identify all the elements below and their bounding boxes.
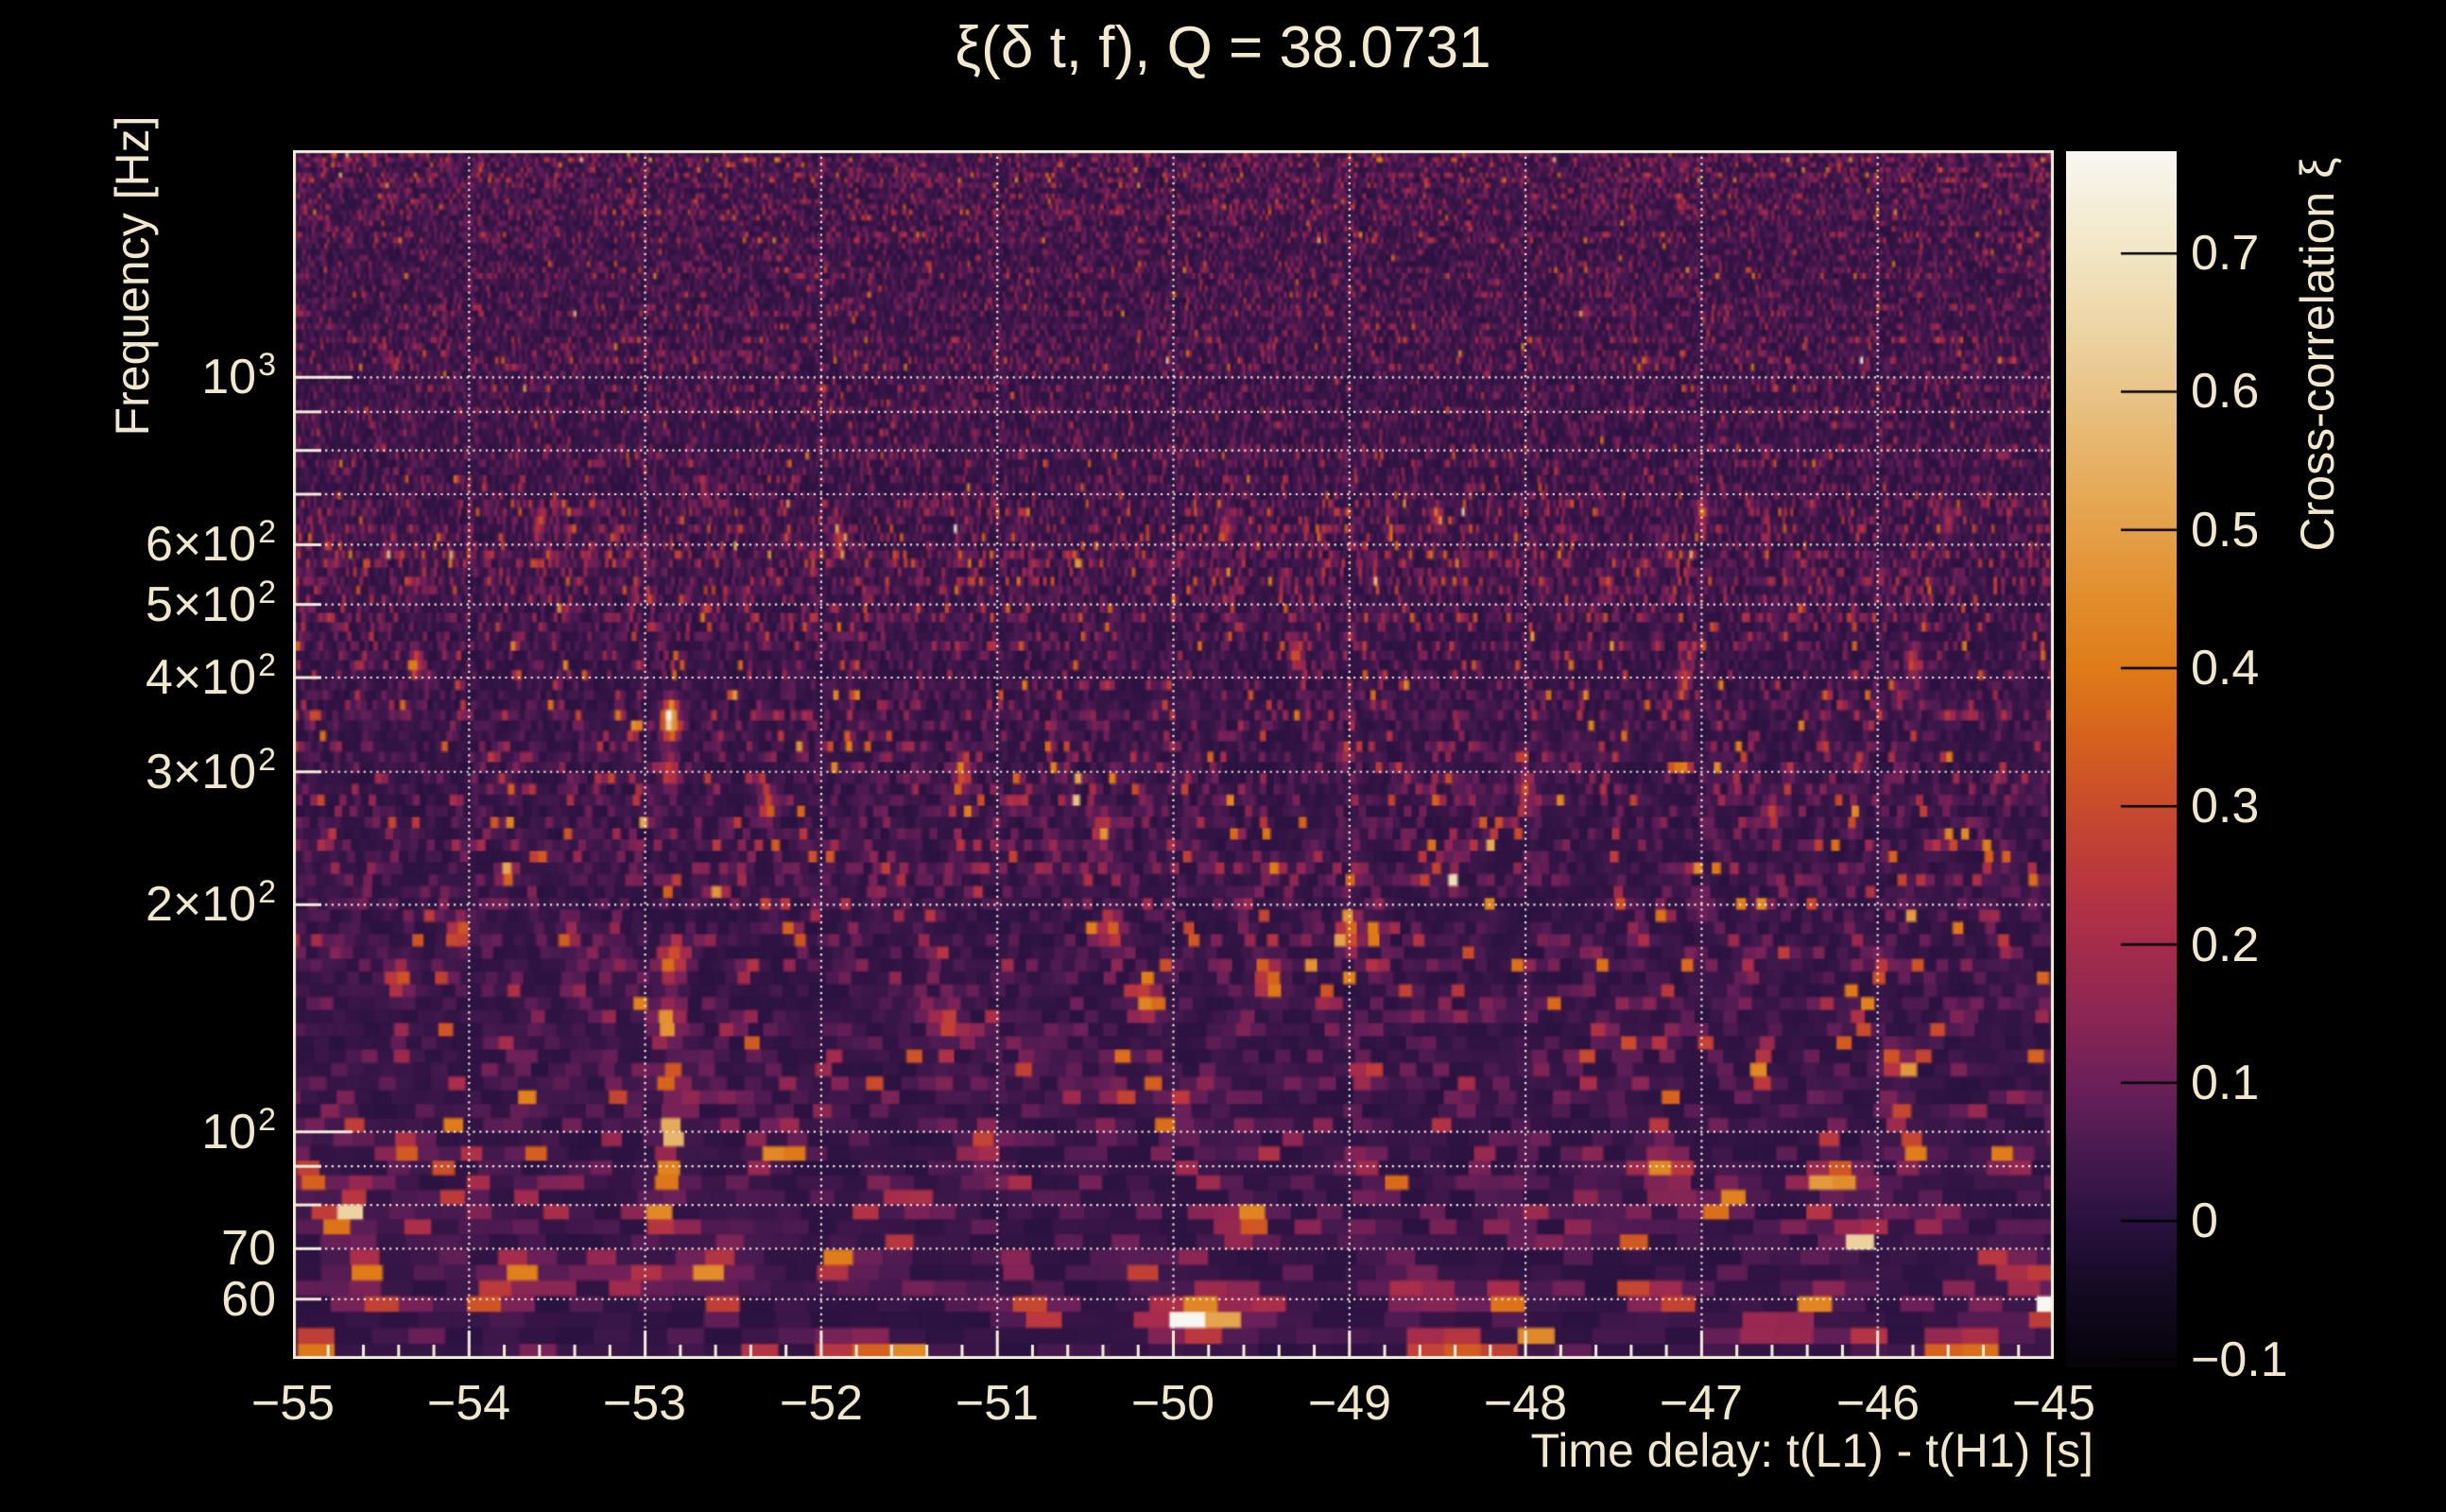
colorbar-tick-label: 0.3 [2191, 779, 2260, 833]
y-tick-label: 103 [201, 347, 276, 404]
y-tick-label: 60 [221, 1272, 276, 1327]
colorbar-tick-label: 0 [2191, 1194, 2218, 1248]
x-tick-label: −53 [602, 1376, 687, 1431]
x-tick-label: −54 [426, 1376, 511, 1431]
spectrogram-figure: ξ(δ t, f), Q = 38.0731 Frequency [Hz] Ti… [0, 0, 2446, 1512]
colorbar-canvas [2066, 151, 2177, 1367]
y-tick-label: 4×102 [145, 647, 276, 705]
x-tick-label: −51 [955, 1376, 1040, 1431]
y-tick-label: 3×102 [145, 742, 276, 799]
colorbar-title: Cross-correlation ξ [2291, 157, 2344, 552]
colorbar-tick-label: 0.6 [2191, 364, 2260, 419]
colorbar-tick-label: 0.7 [2191, 226, 2260, 281]
x-tick-label: −52 [779, 1376, 864, 1431]
colorbar-tick-label: 0.5 [2191, 503, 2260, 558]
colorbar-tick-label: 0.4 [2191, 641, 2260, 696]
colorbar-tick-label: 0.1 [2191, 1056, 2260, 1110]
y-tick-label: 2×102 [145, 874, 276, 932]
y-tick-label: 5×102 [145, 575, 276, 632]
x-tick-label: −47 [1659, 1376, 1744, 1431]
x-tick-label: −50 [1130, 1376, 1215, 1431]
colorbar-tick-label: −0.1 [2191, 1332, 2288, 1387]
x-tick-label: −45 [2011, 1376, 2096, 1431]
y-tick-label: 6×102 [145, 514, 276, 572]
x-tick-label: −48 [1483, 1376, 1568, 1431]
x-tick-label: −49 [1307, 1376, 1392, 1431]
colorbar-tick-label: 0.2 [2191, 918, 2260, 972]
x-tick-label: −55 [250, 1376, 336, 1431]
chart-title: ξ(δ t, f), Q = 38.0731 [955, 15, 1491, 80]
x-tick-label: −46 [1835, 1376, 1921, 1431]
y-tick-label: 102 [201, 1102, 276, 1160]
spectrogram-plot-canvas [293, 150, 2054, 1359]
